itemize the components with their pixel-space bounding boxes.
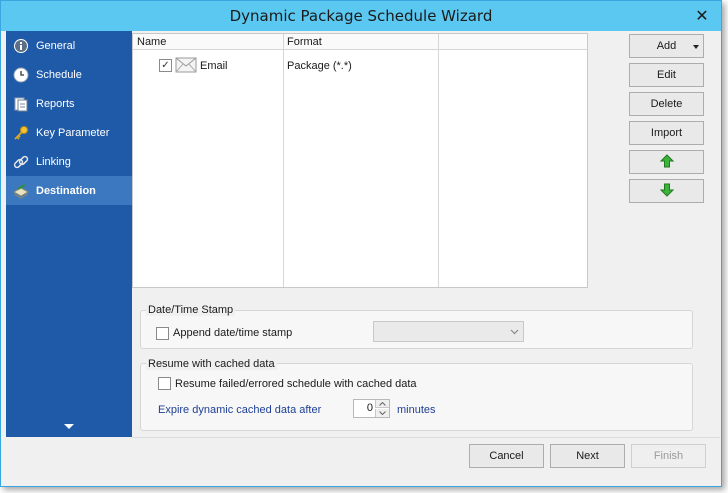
sidebar: General Schedule Reports Key Parameter L… xyxy=(6,31,132,437)
expire-value: 0 xyxy=(366,402,373,414)
sidebar-item-label: Linking xyxy=(36,155,71,168)
column-header-empty xyxy=(438,34,587,50)
sidebar-item-label: Reports xyxy=(36,97,75,110)
append-datetime-label: Append date/time stamp xyxy=(173,327,293,339)
expire-unit-label: minutes xyxy=(397,404,436,416)
clock-icon xyxy=(12,66,30,84)
add-button[interactable]: Add xyxy=(629,34,704,58)
delete-button[interactable]: Delete xyxy=(629,92,704,116)
sidebar-item-general[interactable]: General xyxy=(6,31,132,60)
cancel-button[interactable]: Cancel xyxy=(469,444,544,468)
edit-button[interactable]: Edit xyxy=(629,63,704,87)
window-title: Dynamic Package Schedule Wizard xyxy=(229,7,493,25)
cache-group-title: Resume with cached data xyxy=(146,358,277,370)
info-icon xyxy=(12,37,30,55)
destination-name: Email xyxy=(200,60,228,72)
sidebar-item-schedule[interactable]: Schedule xyxy=(6,60,132,89)
column-header-format[interactable]: Format xyxy=(283,34,438,50)
move-down-button[interactable] xyxy=(629,179,704,203)
stepper-down-icon[interactable] xyxy=(375,409,389,417)
append-datetime-checkbox[interactable] xyxy=(156,327,169,340)
sidebar-item-destination[interactable]: Destination xyxy=(6,176,132,205)
import-button[interactable]: Import xyxy=(629,121,704,145)
destination-checkbox[interactable]: ✓ xyxy=(159,59,172,72)
sidebar-item-label: Key Parameter xyxy=(36,126,110,139)
chevron-down-icon xyxy=(693,45,699,49)
key-icon xyxy=(12,124,30,142)
destination-list: Name Format ✓ Email Package (*.*) xyxy=(132,33,588,288)
resume-cached-label: Resume failed/errored schedule with cach… xyxy=(175,378,417,390)
sidebar-item-linking[interactable]: Linking xyxy=(6,147,132,176)
list-item[interactable]: ✓ Email Package (*.*) xyxy=(133,55,587,77)
sidebar-item-key-parameter[interactable]: Key Parameter xyxy=(6,118,132,147)
column-header-name[interactable]: Name xyxy=(133,34,283,50)
email-icon xyxy=(175,55,197,78)
datetime-group-title: Date/Time Stamp xyxy=(146,304,236,316)
stepper-up-icon[interactable] xyxy=(375,400,389,408)
chevron-down-icon[interactable] xyxy=(505,322,523,341)
expire-minutes-stepper[interactable]: 0 xyxy=(353,399,390,418)
reports-icon xyxy=(12,95,30,113)
sidebar-item-reports[interactable]: Reports xyxy=(6,89,132,118)
next-button[interactable]: Next xyxy=(550,444,625,468)
cache-group xyxy=(140,363,693,431)
move-up-button[interactable] xyxy=(629,150,704,174)
resume-cached-checkbox[interactable] xyxy=(158,377,171,390)
arrow-down-icon xyxy=(659,183,674,200)
arrow-up-icon xyxy=(659,153,674,171)
sidebar-item-label: Schedule xyxy=(36,68,82,81)
datetime-format-select[interactable] xyxy=(373,321,524,342)
sidebar-item-label: General xyxy=(36,39,76,52)
destination-icon xyxy=(12,182,30,200)
footer-divider xyxy=(132,437,720,438)
link-icon xyxy=(12,153,30,171)
close-icon[interactable]: ✕ xyxy=(691,5,713,27)
title-bar: Dynamic Package Schedule Wizard ✕ xyxy=(1,1,721,31)
destination-format: Package (*.*) xyxy=(287,60,352,72)
sidebar-scroll-down-icon[interactable] xyxy=(64,424,74,429)
finish-button[interactable]: Finish xyxy=(631,444,706,468)
expire-label: Expire dynamic cached data after xyxy=(158,404,322,416)
sidebar-item-label: Destination xyxy=(36,184,96,197)
